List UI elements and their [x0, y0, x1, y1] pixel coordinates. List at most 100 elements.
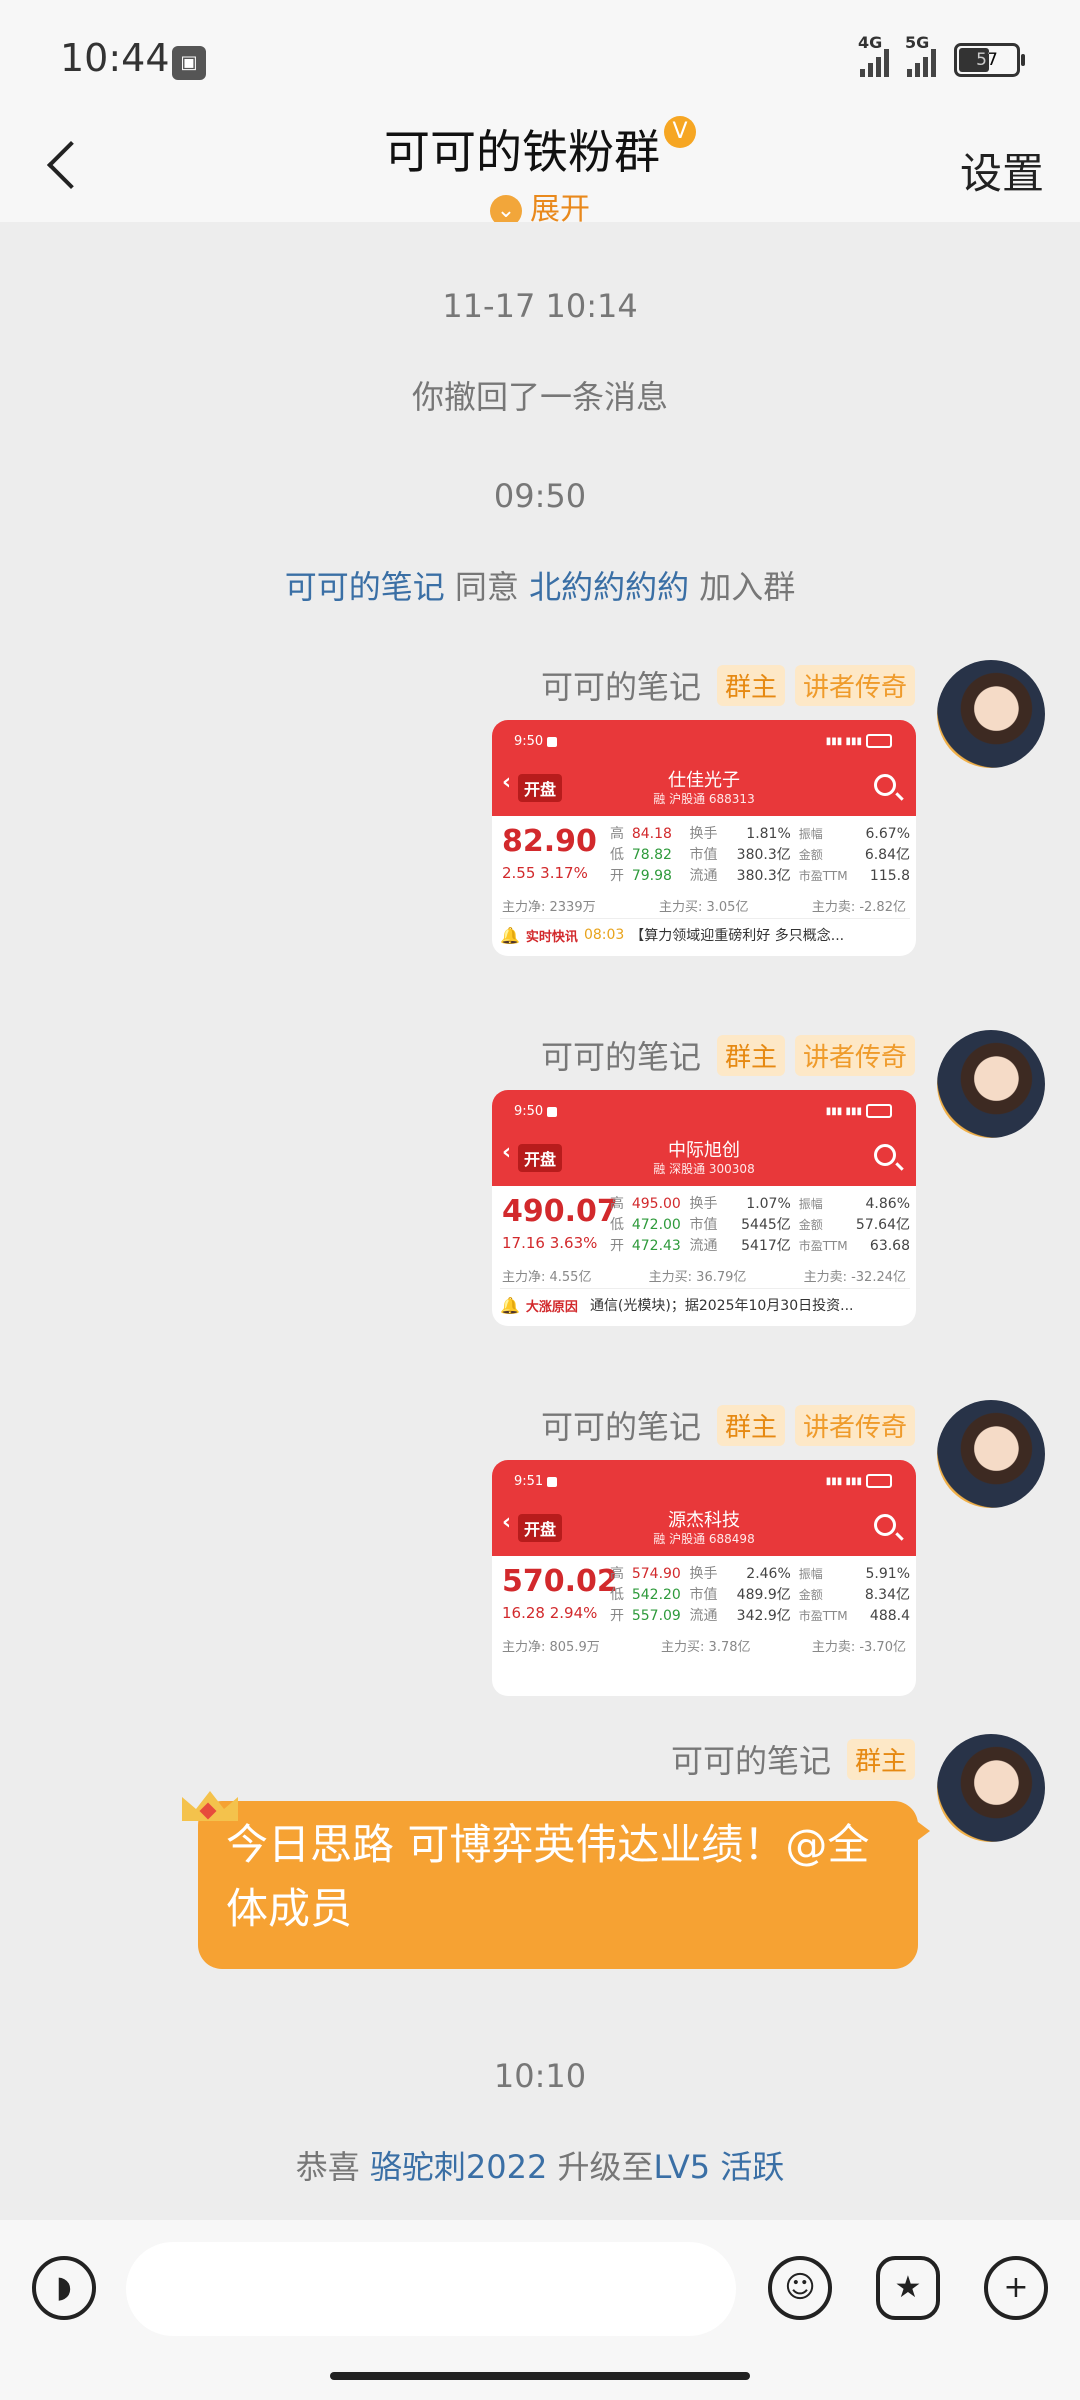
crown-icon	[178, 1775, 242, 1827]
status-bar: 10:44 ▣ 4G 5G 57	[0, 0, 1080, 110]
status-icons: 4G 5G 57	[858, 33, 1025, 80]
signal-4g-icon: 4G	[858, 33, 889, 77]
timestamp: 10:10	[493, 2057, 587, 2095]
battery-icon	[866, 734, 892, 748]
stock-change: 2.55 3.17%	[502, 864, 588, 882]
stock-card[interactable]: 9:50 ▮▮▮ ▮▮▮ ‹ 开盘 中际旭创融 深股通 300308 490.07 17.1…	[492, 1090, 916, 1326]
level-link[interactable]: LV5 活跃	[654, 2148, 785, 2186]
quote-row: 高 574.90 换手 2.46% 振幅 5.91%	[610, 1566, 910, 1582]
sender-header: 可可的笔记 群主 讲者传奇	[541, 1402, 915, 1448]
owner-badge: 群主	[716, 664, 785, 706]
sticker-icon[interactable]: ★	[876, 2256, 940, 2320]
stock-name: 仕佳光子	[668, 770, 740, 791]
card-time: 9:51	[514, 1474, 558, 1489]
stock-card[interactable]: 9:51 ▮▮▮ ▮▮▮ ‹ 开盘 源杰科技融 沪股通 688498 570.02 16.2…	[492, 1460, 916, 1696]
quote-row: 开 557.09 流通 342.9亿 市盈TTM 488.4	[610, 1608, 910, 1624]
search-icon	[874, 1514, 896, 1536]
quote-row: 开 472.43 流通 5417亿 市盈TTM 63.68	[610, 1238, 910, 1254]
capital-flow: 主力净: 2339万 主力买: 3.05亿 主力卖: -2.82亿	[502, 900, 906, 915]
avatar[interactable]	[937, 660, 1045, 768]
sender-name[interactable]: 可可的笔记	[671, 1736, 831, 1782]
owner-badge: 群主	[716, 1034, 785, 1076]
quote-row: 高 84.18 换手 1.81% 振幅 6.67%	[610, 826, 910, 842]
stock-name: 源杰科技	[668, 1510, 740, 1531]
sender-header: 可可的笔记 群主 讲者传奇	[541, 662, 915, 708]
quote-grid: 高 495.00 换手 1.07% 振幅 4.86% 低 472.00 市值 5445亿 金额 57.…	[610, 1194, 910, 1257]
stock-market: 融 沪股通 688313	[653, 792, 755, 806]
quote-grid: 高 84.18 换手 1.81% 振幅 6.67% 低 78.82 市值 380.3亿 金额 6.84…	[610, 824, 910, 887]
sender-name[interactable]: 可可的笔记	[541, 1402, 701, 1448]
quote-row: 开 79.98 流通 380.3亿 市盈TTM 115.8	[610, 868, 910, 884]
join-notice: 可可的笔记 同意 北約約約約 加入群	[284, 568, 796, 606]
card-time: 9:50	[514, 734, 558, 749]
stock-market: 融 沪股通 688498	[653, 1532, 755, 1546]
card-status-icons: ▮▮▮ ▮▮▮	[826, 1104, 892, 1118]
battery-icon	[866, 1104, 892, 1118]
stock-name: 中际旭创	[668, 1140, 740, 1161]
stock-change: 16.28 2.94%	[502, 1604, 598, 1622]
sender-header: 可可的笔记 群主	[671, 1736, 915, 1782]
timestamp: 09:50	[493, 477, 587, 515]
user-link[interactable]: 骆驼刺2022	[370, 2148, 547, 2186]
battery-icon	[866, 1474, 892, 1488]
bell-icon: 🔔	[500, 925, 520, 945]
stock-header: 9:50 ▮▮▮ ▮▮▮ ‹ 开盘 中际旭创融 深股通 300308	[492, 1090, 916, 1186]
sender-header: 可可的笔记 群主 讲者传奇	[541, 1032, 915, 1078]
avatar[interactable]	[937, 1734, 1045, 1842]
group-title[interactable]: 可可的铁粉群 V	[0, 116, 1080, 182]
speaker-badge: 讲者传奇	[794, 1404, 915, 1446]
news-text: 【算力领域迎重磅利好 多只概念...	[630, 928, 845, 944]
avatar[interactable]	[937, 1400, 1045, 1508]
message-input[interactable]	[126, 2242, 736, 2336]
user-link[interactable]: 北約約約約	[529, 568, 689, 606]
quote-row: 低 78.82 市值 380.3亿 金额 6.84亿	[610, 847, 910, 863]
recall-notice: 你撤回了一条消息	[411, 378, 668, 416]
signal-5g-icon: 5G	[905, 33, 936, 77]
status-time: 10:44	[60, 36, 170, 80]
notification-icon	[547, 1106, 558, 1117]
news-text: 通信(光模块)；据2025年10月30日投资...	[589, 1298, 854, 1314]
emoji-icon[interactable]: ☺	[768, 2256, 832, 2320]
owner-badge: 群主	[716, 1404, 785, 1446]
stock-price: 82.90	[502, 824, 597, 859]
battery-icon: 57	[954, 43, 1025, 77]
stock-price: 570.02	[502, 1564, 618, 1599]
stock-change: 17.16 3.63%	[502, 1234, 598, 1252]
card-status-icons: ▮▮▮ ▮▮▮	[826, 1474, 892, 1488]
home-indicator[interactable]	[330, 2372, 750, 2380]
message-bubble[interactable]: 今日思路 可博弈英伟达业绩！@全体成员	[198, 1801, 930, 1969]
verified-icon: V	[664, 116, 696, 148]
stock-header: 9:50 ▮▮▮ ▮▮▮ ‹ 开盘 仕佳光子融 沪股通 688313	[492, 720, 916, 816]
card-time: 9:50	[514, 1104, 558, 1119]
upgrade-notice: 恭喜 骆驼刺2022 升级至LV5 活跃	[295, 2148, 785, 2186]
sender-name[interactable]: 可可的笔记	[541, 662, 701, 708]
user-link[interactable]: 可可的笔记	[285, 568, 445, 606]
notification-icon	[547, 736, 558, 747]
news-ticker: 🔔 大涨原因 通信(光模块)；据2025年10月30日投资...	[500, 1288, 910, 1321]
voice-icon[interactable]: ◗	[32, 2256, 96, 2320]
stock-market: 融 深股通 300308	[653, 1162, 755, 1176]
stock-card[interactable]: 9:50 ▮▮▮ ▮▮▮ ‹ 开盘 仕佳光子融 沪股通 688313 82.90 2.55 …	[492, 720, 916, 956]
avatar[interactable]	[937, 1030, 1045, 1138]
capital-flow: 主力净: 4.55亿 主力买: 36.79亿 主力卖: -32.24亿	[502, 1270, 906, 1285]
notification-icon	[547, 1476, 558, 1487]
settings-button[interactable]: 设置	[960, 140, 1044, 201]
notification-icon: ▣	[172, 46, 206, 80]
card-status-icons: ▮▮▮ ▮▮▮	[826, 734, 892, 748]
owner-badge: 群主	[846, 1738, 915, 1780]
plus-icon[interactable]: +	[984, 2256, 1048, 2320]
quote-grid: 高 574.90 换手 2.46% 振幅 5.91% 低 542.20 市值 489.9亿 金额 8.…	[610, 1564, 910, 1627]
speaker-badge: 讲者传奇	[794, 1034, 915, 1076]
capital-flow: 主力净: 805.9万 主力买: 3.78亿 主力卖: -3.70亿	[502, 1640, 906, 1655]
chat-header: 可可的铁粉群 V ⌄ 展开 设置	[0, 110, 1080, 227]
quote-row: 低 542.20 市值 489.9亿 金额 8.34亿	[610, 1587, 910, 1603]
news-ticker: 🔔 实时快讯 08:03 【算力领域迎重磅利好 多只概念...	[500, 918, 910, 951]
news-source: 实时快讯	[525, 929, 578, 945]
bell-icon: 🔔	[500, 1295, 520, 1315]
news-time: 08:03	[583, 927, 625, 943]
news-source: 大涨原因	[525, 1299, 578, 1315]
quote-row: 高 495.00 换手 1.07% 振幅 4.86%	[610, 1196, 910, 1212]
stock-price: 490.07	[502, 1194, 618, 1229]
speaker-badge: 讲者传奇	[794, 664, 915, 706]
sender-name[interactable]: 可可的笔记	[541, 1032, 701, 1078]
